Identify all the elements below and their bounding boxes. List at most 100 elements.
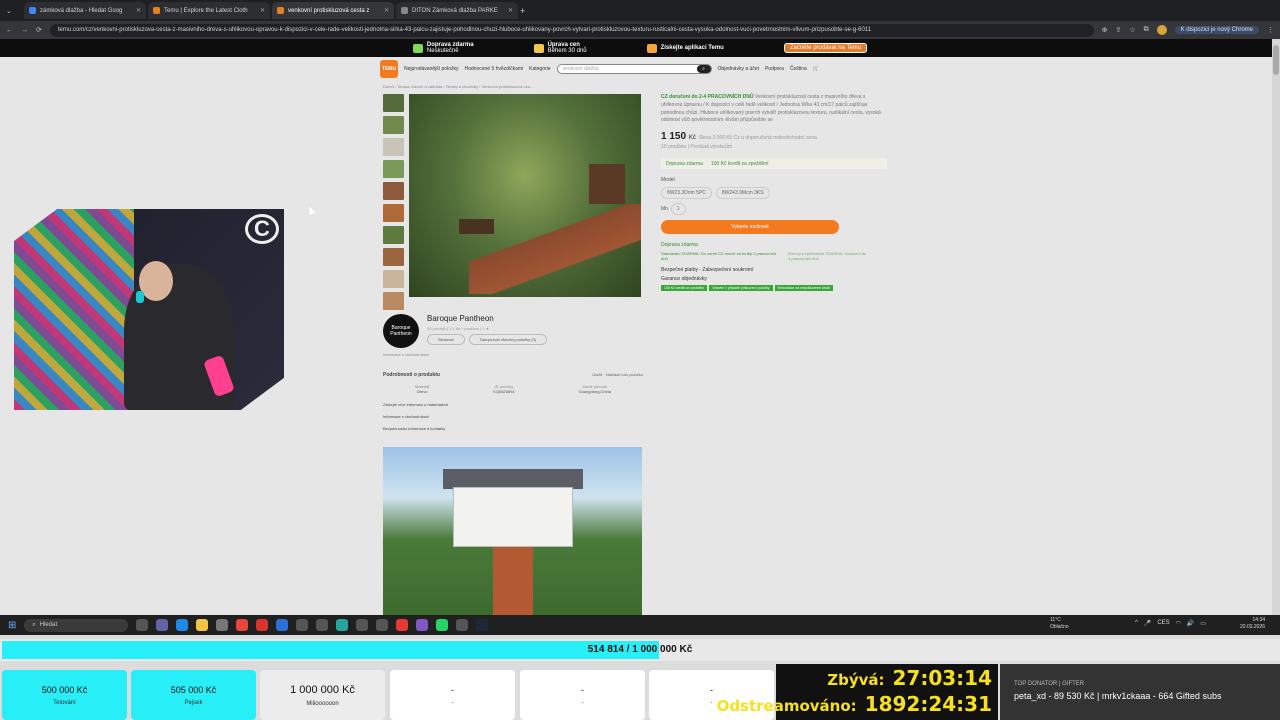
- chrome-update-badge[interactable]: K dispozici je nový Chrome: [1174, 26, 1259, 34]
- nav-categories[interactable]: Kategorie: [529, 66, 550, 72]
- thumbnail-image[interactable]: [383, 248, 404, 266]
- promo-app[interactable]: Získejte aplikaci Temu: [646, 43, 724, 53]
- app-icon[interactable]: [336, 619, 349, 631]
- promo-price-adjust[interactable]: Úprava cen Během 30 dnů: [533, 42, 587, 54]
- volume-icon[interactable]: 🔊: [1187, 620, 1194, 627]
- model-options: 8W23.3Dnm 5PC 8W243.9Mcm 3KS: [661, 187, 887, 199]
- mic-icon[interactable]: 🎤: [1144, 620, 1151, 627]
- merchant-info-link[interactable]: Informace o obchodníkovi: [383, 414, 643, 419]
- defender-icon[interactable]: [276, 619, 289, 631]
- profile-avatar[interactable]: [1156, 25, 1167, 35]
- thumbnail-image[interactable]: [383, 204, 404, 222]
- menu-dots-icon[interactable]: ⋮: [1267, 26, 1274, 34]
- search-input[interactable]: venkovní dlažba ⌕: [556, 64, 712, 74]
- taskbar-search[interactable]: ⌕ Hledat: [24, 618, 129, 632]
- close-icon[interactable]: ✕: [260, 7, 265, 14]
- edge-icon[interactable]: [176, 619, 189, 631]
- model-option[interactable]: 8W243.9Mcm 3KS: [715, 187, 770, 199]
- acrobat-icon[interactable]: [256, 619, 269, 631]
- search-icon: ⌕: [32, 621, 36, 628]
- forward-icon[interactable]: →: [21, 27, 28, 34]
- scrollbar-thumb[interactable]: [1273, 45, 1279, 75]
- thumbnail-image[interactable]: [383, 116, 404, 134]
- nav-support[interactable]: Podpora: [765, 66, 784, 72]
- language-indicator[interactable]: CES: [1157, 620, 1169, 627]
- explorer-icon[interactable]: [196, 619, 209, 631]
- close-icon[interactable]: ✕: [384, 7, 389, 14]
- new-tab-icon[interactable]: +: [520, 6, 525, 16]
- steam-icon[interactable]: [476, 619, 489, 631]
- thumbnail-image[interactable]: [383, 292, 404, 310]
- shipping-title[interactable]: Doprava zdarma: [661, 242, 887, 248]
- product-description: CZ doručení do 2-4 PRACOVNÍCH DNŮ Venkov…: [661, 94, 881, 124]
- tab-temu-product[interactable]: venkovní protiskluzová cesta z ✕: [272, 2, 394, 19]
- materials-link[interactable]: Získejte více informací o materiálech: [383, 402, 643, 407]
- teams-icon[interactable]: [156, 619, 169, 631]
- close-icon[interactable]: ✕: [508, 7, 513, 14]
- back-icon[interactable]: ←: [6, 27, 13, 34]
- thumbnail-video[interactable]: [383, 94, 404, 112]
- thumbnail-image[interactable]: [383, 226, 404, 244]
- seller-info-link[interactable]: Informace o obchodníkovi: [383, 352, 643, 357]
- tab-temu-home[interactable]: Temu | Explore the Latest Cloth ✕: [148, 2, 270, 19]
- temu-logo[interactable]: TEMU: [380, 60, 398, 78]
- url-field[interactable]: temu.com/cz/venkovni-protiskluzova-cesta…: [49, 23, 1094, 37]
- zoom-icon[interactable]: ⊕: [1102, 26, 1108, 34]
- task-view-icon[interactable]: [136, 619, 149, 631]
- scrollbar-track[interactable]: [1272, 39, 1280, 615]
- store-icon[interactable]: [216, 619, 229, 631]
- tab-search-icon[interactable]: ⌄: [6, 7, 22, 15]
- report-button[interactable]: Nahlásit tuto položku: [606, 372, 643, 377]
- battery-icon[interactable]: ▭: [1200, 620, 1206, 627]
- tab-diton[interactable]: DITON Zámková dlažba PARKE ✕: [396, 2, 518, 19]
- seller-name[interactable]: Baroque Pantheon: [427, 314, 547, 323]
- app-icon[interactable]: [376, 619, 389, 631]
- windows-start-icon[interactable]: ⊞: [8, 620, 16, 631]
- seller-logo[interactable]: Baroque Pantheon: [383, 314, 419, 348]
- chrome-icon[interactable]: [236, 619, 249, 631]
- order-guarantee[interactable]: Garance objednávky: [661, 276, 887, 282]
- nav-language[interactable]: Čeština: [790, 66, 807, 72]
- nav-bestsellers[interactable]: Nejprodávanější položky: [404, 66, 458, 72]
- thumbnail-image[interactable]: [383, 138, 404, 156]
- reload-icon[interactable]: ⟳: [36, 26, 42, 34]
- quantity-select[interactable]: 1: [670, 203, 686, 215]
- promo-shipping[interactable]: Doprava zdarma Neskutečně: [412, 42, 474, 54]
- breadcrumb[interactable]: Domů › Terasa, trávník a zahrada › Teras…: [383, 84, 533, 89]
- wifi-icon[interactable]: ◠: [1176, 620, 1181, 627]
- cart-icon[interactable]: 🛒: [813, 66, 819, 72]
- nav-orders[interactable]: Objednávky a účet: [718, 66, 759, 72]
- tab-google-search[interactable]: zámková dlažba - Hledat Goog ✕: [24, 2, 146, 19]
- thumbnail-image[interactable]: [383, 182, 404, 200]
- follow-button[interactable]: Sledovat: [427, 334, 465, 345]
- sell-on-temu-button[interactable]: Začněte prodávat na Temu: [783, 43, 868, 53]
- temu-favicon-icon: [277, 7, 284, 14]
- app-icon[interactable]: [316, 619, 329, 631]
- thumbnail-image[interactable]: [383, 160, 404, 178]
- product-main-image[interactable]: [409, 94, 641, 297]
- weather-widget[interactable]: 11°C Oblačno: [1050, 617, 1069, 630]
- product-gallery-image[interactable]: [383, 447, 642, 615]
- show-all-items-button[interactable]: Takzpozvat všechny položky (3): [468, 334, 548, 345]
- secure-payment[interactable]: Bezpečné platby - Zabezpečení soukromí: [661, 267, 887, 273]
- whatsapp-icon[interactable]: [436, 619, 449, 631]
- extensions-icon[interactable]: ⧉: [1144, 26, 1149, 34]
- share-icon[interactable]: ⇪: [1115, 26, 1121, 34]
- model-option[interactable]: 8W23.3Dnm 5PC: [661, 187, 712, 199]
- app-icon[interactable]: [416, 619, 429, 631]
- close-icon[interactable]: ✕: [136, 7, 141, 14]
- safety-info-link[interactable]: Bezpečnostní informace a kontakty: [383, 426, 643, 431]
- buy-button[interactable]: Vyberte možnost: [661, 220, 839, 234]
- bookmark-star-icon[interactable]: ☆: [1129, 26, 1135, 34]
- product-details: Podrobnosti o produktu Uložit · Nahlásit…: [383, 372, 643, 431]
- nav-five-star[interactable]: Hodnocené 5 hvězdičkami: [464, 66, 523, 72]
- app-icon[interactable]: [456, 619, 469, 631]
- app-icon[interactable]: [356, 619, 369, 631]
- save-button[interactable]: Uložit: [592, 372, 602, 377]
- app-icon[interactable]: [396, 619, 409, 631]
- search-icon[interactable]: ⌕: [696, 65, 711, 73]
- thumbnail-image[interactable]: [383, 270, 404, 288]
- app-icon[interactable]: [296, 619, 309, 631]
- chevron-up-icon[interactable]: ^: [1135, 620, 1138, 627]
- taskbar-clock[interactable]: 14:34 20.03.2026: [1240, 617, 1265, 630]
